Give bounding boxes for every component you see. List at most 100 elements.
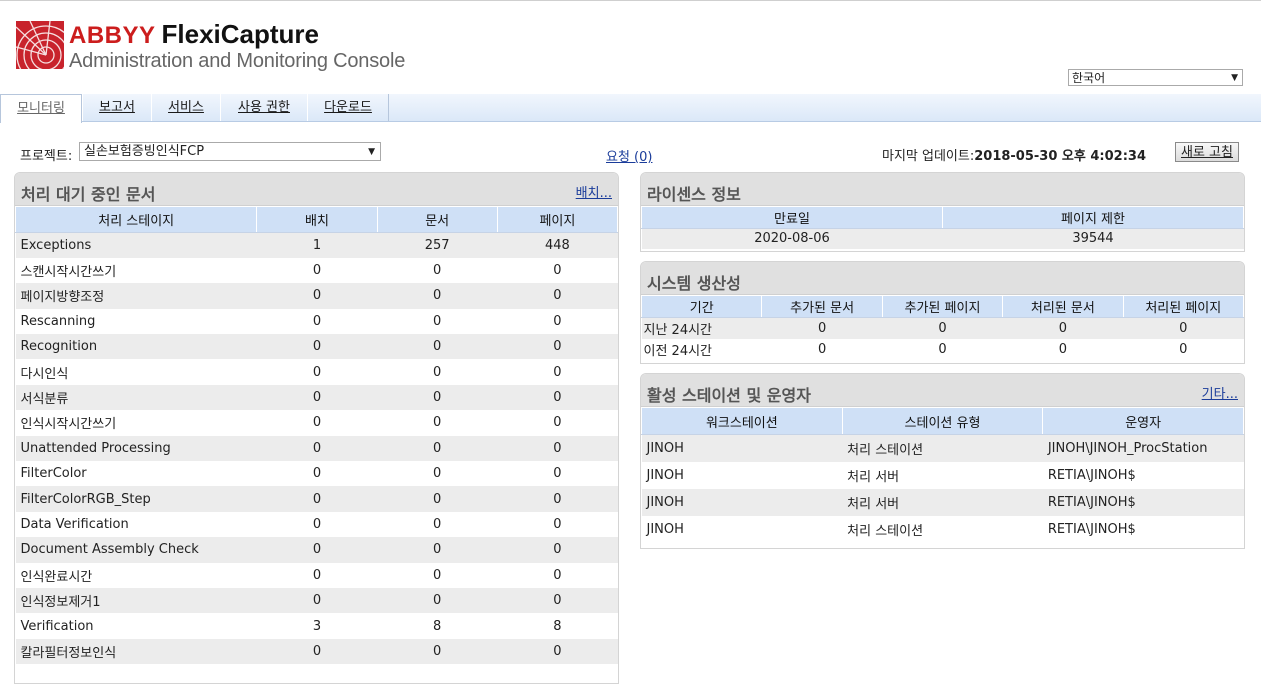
table-cell: 0 [817,341,827,357]
prod-col-added-pages: 추가된 페이지 [881,295,1004,318]
table-cell: 257 [377,232,498,258]
table-cell: 0 [497,587,618,614]
productivity-panel-header: 시스템 생산성 [641,262,1244,295]
license-col-page-limit: 페이지 제한 [942,206,1244,229]
table-cell: 0 [553,263,562,279]
table-cell: 0 [553,415,562,431]
table-cell: 0 [497,638,618,665]
tab-services[interactable]: 서비스 [151,94,221,121]
license-page-limit-value: 39544 [942,228,1244,249]
table-cell: 처리 서버 [847,469,900,485]
more-stations-link[interactable]: 기타... [1202,383,1238,402]
main-tab-bar: 모니터링 보고서 서비스 사용 권한 다운로드 [0,94,1261,123]
table-cell: 0 [256,638,378,665]
project-label: 프로젝트: [20,149,73,164]
table-cell: 0 [1058,341,1067,357]
table-cell: 0 [761,317,883,339]
table-cell: 0 [256,384,378,411]
requests-link[interactable]: 요청 (0) [606,146,652,165]
last-updated-label: 마지막 업데이트: [882,149,975,164]
tab-reports[interactable]: 보고서 [82,94,152,121]
last-updated: 마지막 업데이트:2018-05-30 오후 4:02:34 [882,145,1146,164]
dropdown-arrow-icon: ▼ [1231,73,1238,83]
dropdown-arrow-icon: ▼ [368,147,375,157]
abbyy-logo-icon [16,21,64,69]
table-cell: 0 [433,263,442,279]
table-cell: 처리 스테이션 [842,434,1043,462]
productivity-panel: 시스템 생산성 기간 추가된 문서 추가된 페이지 처리된 문서 처리된 페이지… [640,261,1245,364]
table-cell: 0 [433,415,442,431]
queue-col-batches: 배치 [256,206,378,233]
table-row: 다시인식 0 0 0 [16,359,618,384]
table-cell: 인식시작시간쓰기 [20,417,117,433]
brand-product: FlexiCapture [161,19,320,49]
license-title: 라이센스 정보 [647,185,741,204]
stations-table: 워크스테이션 스테이션 유형 운영자 JINOH 처리 스테이션 JINOH\JIN… [641,407,1244,543]
table-cell: 0 [497,537,618,563]
language-select[interactable]: 한국어 ▼ [1068,69,1243,86]
table-cell: 0 [1002,317,1124,339]
queue-col-pages: 페이지 [496,206,618,233]
prod-col-period: 기간 [641,295,763,318]
table-cell: FilterColorRGB_Step [15,486,257,512]
table-cell: 8 [433,618,442,634]
table-cell: JINOH\JINOH_ProcStation [1042,434,1244,462]
table-cell: 0 [433,516,442,532]
queue-panel-header: 처리 대기 중인 문서 배치... [15,173,618,206]
license-panel-header: 라이센스 정보 [641,173,1244,206]
project-select[interactable]: 실손보험증빙인식FCP ▼ [79,142,381,161]
prod-col-added-docs: 추가된 문서 [761,295,883,318]
tab-permissions[interactable]: 사용 권한 [220,94,308,121]
table-cell: JINOH [646,521,684,537]
table-cell: 0 [553,567,562,583]
table-row: Data Verification 0 0 0 [16,512,618,537]
batches-link[interactable]: 배치... [576,182,612,201]
table-cell: Unattended Processing [15,435,257,462]
refresh-button[interactable]: 새로 고침 [1175,142,1239,162]
stations-col-workstation: 워크스테이션 [641,407,843,435]
table-cell: 서식분류 [15,384,257,411]
table-cell: 0 [377,537,498,563]
table-cell: 0 [312,516,322,532]
table-cell: Rescanning [20,313,96,329]
table-cell: 0 [377,587,498,614]
table-cell: JINOH [646,467,684,483]
table-cell: 0 [497,334,618,360]
table-row: Recognition 0 0 0 [15,334,618,360]
queue-title: 처리 대기 중인 문서 [21,185,156,204]
table-cell: 인식정보제거1 [15,587,257,614]
license-col-expiry: 만료일 [641,206,943,229]
prod-col-processed-docs: 처리된 문서 [1002,295,1124,318]
table-cell: 0 [553,364,562,380]
table-cell: 0 [938,341,947,357]
table-row: 인식시작시간쓰기 0 0 0 [16,410,618,435]
table-cell: 0 [256,334,378,360]
tab-download[interactable]: 다운로드 [307,94,389,121]
table-cell: 0 [433,466,442,482]
table-row: Unattended Processing 0 0 0 [15,435,618,462]
table-row: FilterColor 0 0 0 [16,461,618,486]
stations-col-type: 스테이션 유형 [841,407,1044,435]
table-cell: 0 [497,283,618,309]
table-row: JINOH 처리 서버 RETIA\JINOH$ [642,462,1244,489]
table-cell: RETIA\JINOH$ [1042,488,1244,516]
table-cell: 0 [312,466,322,482]
table-cell: Verification [20,618,94,634]
table-cell: 스캔시작시간쓰기 [20,265,117,281]
table-cell: 지난 24시간 [641,317,762,339]
table-cell: Recognition [15,334,257,360]
table-cell: 0 [1123,317,1244,339]
table-cell: RETIA\JINOH$ [1047,467,1136,483]
table-cell: 0 [256,486,378,512]
table-cell: 0 [497,435,618,462]
table-cell: 다시인식 [20,366,69,382]
table-cell: 0 [377,638,498,665]
table-cell: JINOH [641,488,843,516]
productivity-title: 시스템 생산성 [647,274,741,293]
table-row: Exceptions 1 257 448 [15,232,618,258]
table-cell: Document Assembly Check [15,537,257,563]
table-cell: Exceptions [15,232,257,258]
table-cell: JINOH [641,434,843,462]
tab-monitoring[interactable]: 모니터링 [0,94,82,123]
table-row: 페이지방향조정 0 0 0 [15,283,618,309]
